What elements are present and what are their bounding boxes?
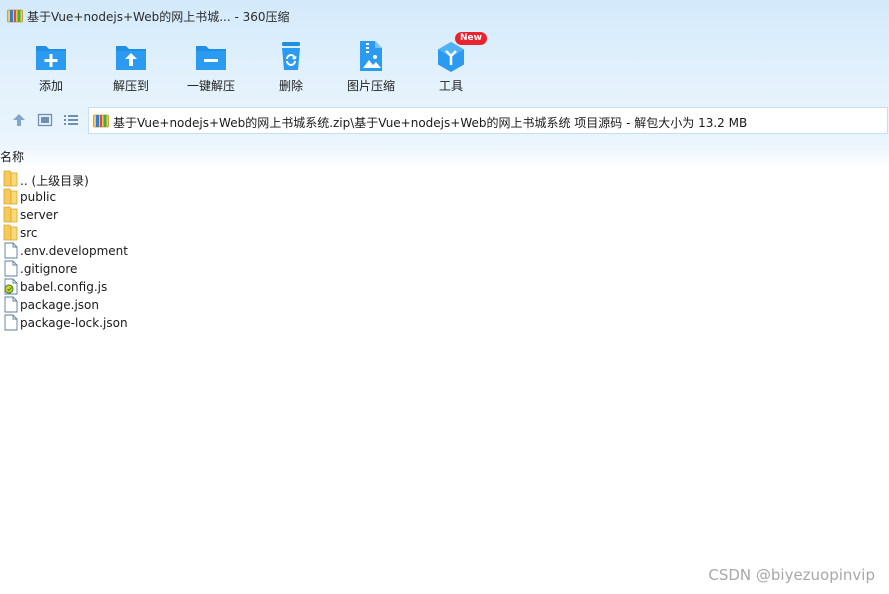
file-name: server (20, 208, 58, 222)
add-label: 添加 (38, 79, 63, 93)
file-name: src (20, 226, 38, 240)
one-click-extract-button[interactable]: 一键解压 (171, 40, 251, 96)
extract-to-label: 解压到 (112, 79, 149, 93)
title-bar[interactable]: 基于Vue+nodejs+Web的网上书城... - 360压缩 (0, 0, 889, 32)
folder-icon (3, 188, 18, 205)
tools-button[interactable]: New 工具 (411, 32, 491, 96)
watermark: CSDN @biyezuopinvip (708, 566, 875, 584)
address-bar[interactable]: 基于Vue+nodejs+Web的网上书城系统.zip\基于Vue+nodejs… (88, 107, 888, 134)
list-item-parent-directory[interactable]: .. (上级目录) (0, 170, 300, 188)
file-name: .env.development (20, 244, 128, 258)
list-item-server[interactable]: server (0, 206, 300, 224)
file-icon (4, 314, 18, 331)
list-item-package-json[interactable]: package.json (0, 296, 300, 314)
image-compress-icon (360, 41, 382, 71)
archive-icon (93, 114, 109, 128)
file-name: public (20, 190, 57, 204)
list-item-package-lock-json[interactable]: package-lock.json (0, 314, 300, 332)
thumbnail-view-icon[interactable] (37, 112, 53, 128)
js-file-icon (4, 278, 18, 295)
extract-to-icon (116, 46, 146, 70)
list-view-icon[interactable] (63, 112, 79, 128)
list-item-env-development[interactable]: .env.development (0, 242, 300, 260)
one-click-extract-icon (196, 46, 226, 70)
new-badge: New (455, 32, 487, 45)
delete-label: 删除 (278, 79, 303, 93)
add-button[interactable]: 添加 (11, 40, 91, 96)
folder-icon (3, 206, 18, 223)
file-name: .gitignore (20, 262, 78, 276)
list-item-gitignore[interactable]: .gitignore (0, 260, 300, 278)
file-name: babel.config.js (20, 280, 108, 294)
extract-to-button[interactable]: 解压到 (91, 40, 171, 96)
file-name: .. (上级目录) (20, 174, 89, 188)
file-icon (4, 242, 18, 259)
image-compress-button[interactable]: 图片压缩 (331, 40, 411, 96)
folder-icon (3, 170, 18, 187)
address-path: 基于Vue+nodejs+Web的网上书城系统.zip\基于Vue+nodejs… (113, 116, 748, 130)
file-name: package-lock.json (20, 316, 128, 330)
archive-icon (7, 9, 23, 23)
window-title: 基于Vue+nodejs+Web的网上书城... - 360压缩 (27, 10, 290, 24)
file-name: package.json (20, 298, 100, 312)
add-icon (36, 46, 66, 70)
image-compress-label: 图片压缩 (346, 79, 395, 93)
folder-icon (3, 224, 18, 241)
one-click-extract-label: 一键解压 (186, 79, 235, 93)
delete-button[interactable]: 删除 (251, 40, 331, 96)
up-icon[interactable] (11, 112, 27, 128)
tools-label: 工具 (438, 79, 463, 93)
column-header-name[interactable]: 名称 (0, 148, 24, 165)
delete-icon (282, 42, 300, 70)
top-panel-fade (0, 144, 889, 168)
file-icon (4, 260, 18, 277)
file-icon (4, 296, 18, 313)
list-item-src[interactable]: src (0, 224, 300, 242)
list-item-babel-config[interactable]: babel.config.js (0, 278, 300, 296)
list-item-public[interactable]: public (0, 188, 300, 206)
